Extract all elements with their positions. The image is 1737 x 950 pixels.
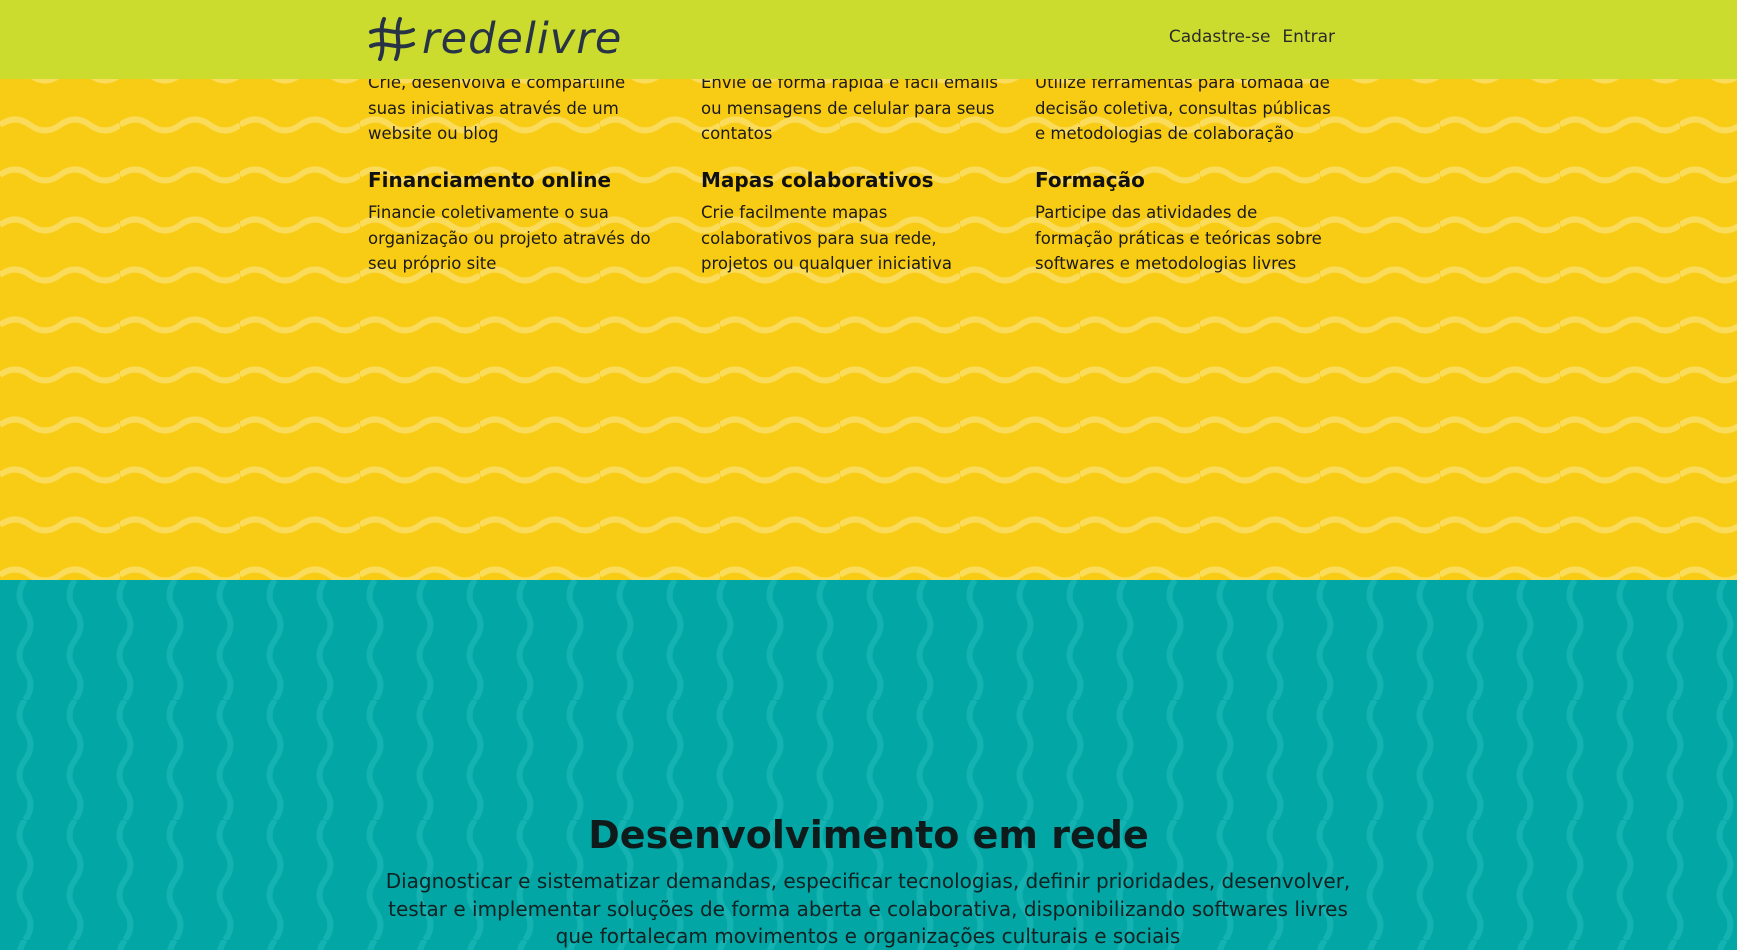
feature-title: Financiamento online xyxy=(368,168,612,192)
development-title: Desenvolvimento em rede xyxy=(588,813,1149,857)
signup-link[interactable]: Cadastre-se xyxy=(1169,27,1271,47)
feature-description: Financie coletivamente o sua organização… xyxy=(368,203,651,273)
feature-training: Formação Participe das atividades de for… xyxy=(1035,168,1335,277)
feature-messaging: Envie de forma rápida e fácil emails ou … xyxy=(701,70,1001,147)
feature-description: Utilize ferramentas para tomada de decis… xyxy=(1035,73,1331,143)
login-link[interactable]: Entrar xyxy=(1282,27,1335,47)
feature-title: Formação xyxy=(1035,168,1145,192)
feature-decision: Utilize ferramentas para tomada de decis… xyxy=(1035,70,1335,147)
logo[interactable]: redelivre xyxy=(368,14,630,64)
site-header: redelivre Cadastre-se Entrar xyxy=(0,0,1737,79)
feature-description: Crie, desenvolva e compartilhe suas inic… xyxy=(368,73,626,143)
hashtag-logo-icon xyxy=(369,17,415,61)
feature-maps: Mapas colaborativos Crie facilmente mapa… xyxy=(701,168,1001,277)
feature-description: Participe das atividades de formação prá… xyxy=(1035,203,1322,273)
feature-title: Mapas colaborativos xyxy=(701,168,934,192)
header-nav: Cadastre-se Entrar xyxy=(1169,27,1335,47)
logo-text: redelivre xyxy=(422,14,623,64)
feature-description: Envie de forma rápida e fácil emails ou … xyxy=(701,73,999,143)
feature-website: Crie, desenvolva e compartilhe suas inic… xyxy=(368,70,668,147)
development-description: Diagnosticar e sistematizar demandas, es… xyxy=(385,869,1351,948)
feature-description: Crie facilmente mapas colaborativos para… xyxy=(701,203,952,273)
feature-crowdfunding: Financiamento online Financie coletivame… xyxy=(368,168,668,277)
